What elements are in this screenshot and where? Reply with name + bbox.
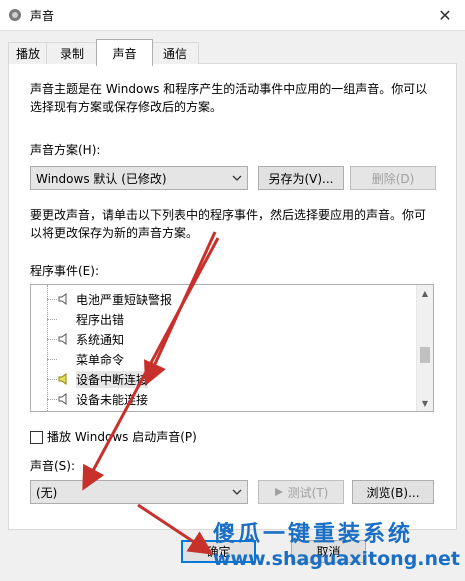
event-label: 系统通知 — [76, 333, 125, 347]
tab-playback[interactable]: 播放 — [8, 42, 48, 64]
tab-recording[interactable]: 录制 — [46, 42, 98, 64]
chevron-down-icon — [232, 175, 242, 181]
change-text-2: 以将更改保存为新的声音方案。 — [30, 226, 199, 240]
sound-select-value: (无) — [36, 485, 58, 500]
tab-communications[interactable]: 通信 — [151, 42, 199, 64]
tab-sounds[interactable]: 声音 — [96, 39, 153, 66]
scroll-up-icon[interactable]: ▲ — [417, 286, 433, 300]
speaker-app-icon — [9, 9, 21, 21]
list-item[interactable]: 程序出错 — [31, 309, 419, 329]
event-label: 设备中断连接 — [76, 371, 149, 388]
list-item-selected[interactable]: 设备中断连接 — [31, 369, 419, 389]
sound-label: 声音(S): — [30, 459, 76, 473]
watermark-url: www.shaguaxitong.net — [213, 548, 461, 570]
browse-button[interactable]: 浏览(B)... — [352, 480, 434, 504]
save-as-button[interactable]: 另存为(V)... — [258, 166, 344, 190]
test-button[interactable]: 测试(T) — [258, 480, 344, 504]
event-label: 程序出错 — [76, 313, 125, 327]
events-label: 程序事件(E): — [30, 264, 99, 278]
scheme-select[interactable]: Windows 默认 (已修改) — [30, 166, 248, 190]
scheme-label: 声音方案(H): — [30, 143, 101, 157]
event-label: 电池严重短缺警报 — [76, 293, 173, 307]
window-title: 声音 — [30, 9, 55, 23]
close-button[interactable]: ✕ — [425, 0, 465, 30]
play-icon — [274, 488, 283, 496]
change-text-1: 要更改声音，请单击以下列表中的程序事件，然后选择要应用的声音。你可 — [30, 208, 427, 222]
chevron-down-icon — [232, 489, 242, 495]
watermark-title: 傻瓜一键重装系统 — [213, 522, 414, 547]
title-bar — [0, 0, 465, 31]
speaker-icon — [58, 293, 67, 305]
program-events-list[interactable]: 电池严重短缺警报 程序出错 系统通知 菜单命令 设备中断连接 设备未能连接 ▲ … — [30, 284, 434, 412]
list-item[interactable]: 菜单命令 — [31, 349, 419, 369]
event-label: 菜单命令 — [76, 353, 125, 367]
intro-text-2: 选择现有方案或保存修改后的方案。 — [30, 100, 223, 114]
events-scrollbar[interactable]: ▲ ▼ — [416, 285, 433, 411]
sound-select[interactable]: (无) — [30, 480, 248, 504]
scroll-down-icon[interactable]: ▼ — [417, 396, 433, 410]
speaker-icon — [58, 333, 67, 345]
startup-sound-checkbox[interactable] — [30, 431, 43, 444]
speaker-icon — [58, 393, 67, 405]
list-item[interactable]: 电池严重短缺警报 — [31, 289, 419, 309]
scroll-thumb[interactable] — [420, 347, 430, 363]
event-label: 设备未能连接 — [76, 393, 149, 407]
intro-text-1: 声音主题是在 Windows 和程序产生的活动事件中应用的一组声音。你可以 — [30, 82, 428, 96]
delete-button[interactable]: 删除(D) — [350, 166, 436, 190]
test-button-label: 测试(T) — [287, 485, 329, 500]
list-item[interactable]: 设备未能连接 — [31, 389, 419, 409]
speaker-icon — [58, 373, 67, 385]
list-item[interactable]: 系统通知 — [31, 329, 419, 349]
startup-sound-label: 播放 Windows 启动声音(P) — [47, 430, 197, 444]
scheme-select-value: Windows 默认 (已修改) — [36, 171, 167, 186]
